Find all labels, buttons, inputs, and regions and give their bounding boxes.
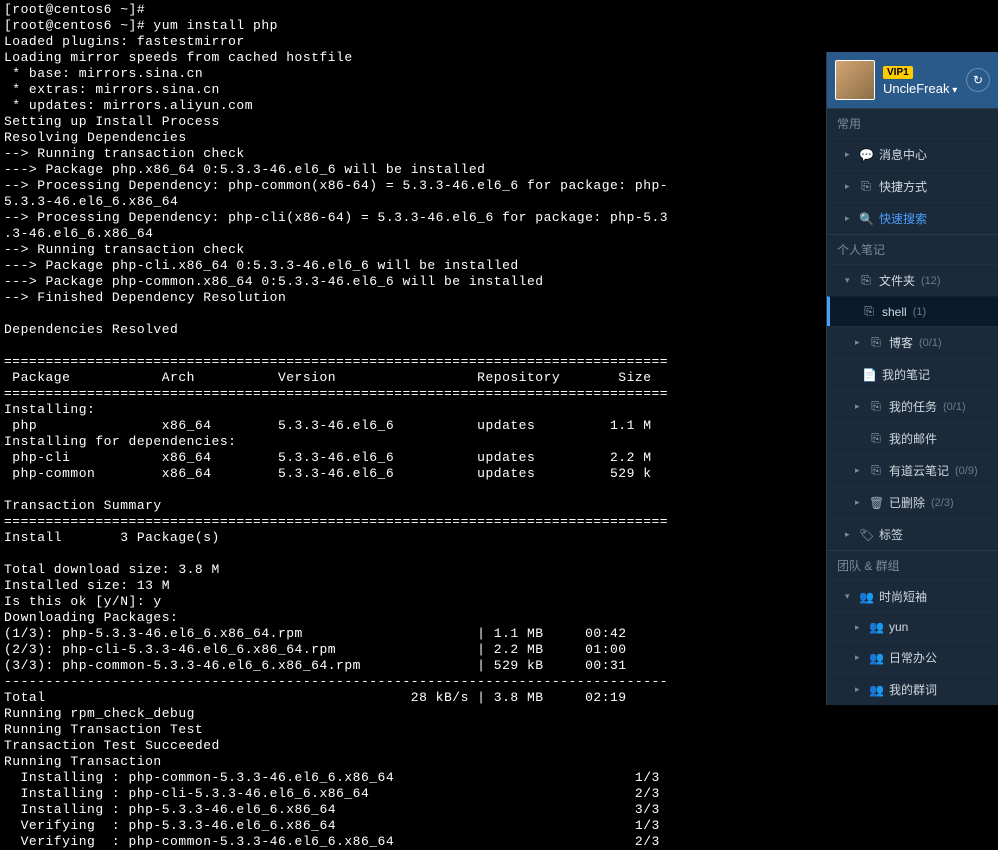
shortcut-icon: ⎘ <box>859 179 873 194</box>
chevron-right-icon: ▸ <box>845 213 853 224</box>
chevron-right-icon: ▸ <box>845 181 853 192</box>
nav-label: 博客 <box>889 334 913 351</box>
nav-label: 时尚短袖 <box>879 588 927 605</box>
folder-icon: ⎘ <box>862 304 876 319</box>
nav-label: 快速搜索 <box>879 210 927 227</box>
chevron-right-icon: ▸ <box>855 622 863 633</box>
nav-team-fashion[interactable]: ▾ 👥 时尚短袖 <box>827 580 998 612</box>
nav-label: yun <box>889 620 908 634</box>
chevron-right-icon: ▸ <box>845 529 853 540</box>
nav-my-tasks[interactable]: ▸ ⎘ 我的任务 (0/1) <box>827 390 998 422</box>
chevron-right-icon: ▸ <box>855 652 863 663</box>
count-badge: (1) <box>913 306 926 318</box>
nav-team-mygroups[interactable]: ▸ 👥 我的群词 <box>827 673 998 705</box>
nav-label: 快捷方式 <box>879 178 927 195</box>
nav-messages[interactable]: ▸ 💬 消息中心 <box>827 138 998 170</box>
section-notes: 个人笔记 <box>827 234 998 264</box>
nav-deleted[interactable]: ▸ 🗑 已删除 (2/3) <box>827 486 998 518</box>
nav-search[interactable]: ▸ 🔍 快速搜索 <box>827 202 998 234</box>
trash-icon: 🗑 <box>869 496 883 510</box>
nav-label: 消息中心 <box>879 146 927 163</box>
folder-icon: ⎘ <box>869 463 883 478</box>
group-icon: 👥 <box>869 683 883 697</box>
avatar[interactable] <box>835 60 875 100</box>
nav-tags[interactable]: ▸ 🏷 标签 <box>827 518 998 550</box>
vip-badge: VIP1 <box>883 66 913 79</box>
folder-icon: ⎘ <box>869 431 883 446</box>
nav-label: 日常办公 <box>889 649 937 666</box>
nav-folder-shell[interactable]: ⎘ shell (1) <box>827 296 998 326</box>
nav-label: 我的笔记 <box>882 366 930 383</box>
refresh-icon[interactable]: ↻ <box>966 68 990 92</box>
count-badge: (0/9) <box>955 465 978 477</box>
user-panel: VIP1 UncleFreak ↻ <box>827 52 998 108</box>
nav-label: 已删除 <box>889 494 925 511</box>
section-common: 常用 <box>827 108 998 138</box>
nav-label: 有道云笔记 <box>889 462 949 479</box>
document-icon: 📄 <box>862 368 876 382</box>
search-icon: 🔍 <box>859 212 873 226</box>
nav-folders[interactable]: ▾ ⎘ 文件夹 (12) <box>827 264 998 296</box>
nav-label: 我的任务 <box>889 398 937 415</box>
group-icon: 👥 <box>859 590 873 604</box>
chevron-right-icon: ▸ <box>855 401 863 412</box>
nav-label: 我的邮件 <box>889 430 937 447</box>
group-icon: 👥 <box>869 651 883 665</box>
chevron-right-icon: ▸ <box>855 684 863 695</box>
nav-label: shell <box>882 305 907 319</box>
nav-youdao[interactable]: ▸ ⎘ 有道云笔记 (0/9) <box>827 454 998 486</box>
chevron-down-icon: ▾ <box>845 591 853 602</box>
count-badge: (0/1) <box>943 401 966 413</box>
count-badge: (0/1) <box>919 337 942 349</box>
chevron-right-icon: ▸ <box>855 337 863 348</box>
user-info: VIP1 UncleFreak <box>883 64 958 96</box>
group-icon: 👥 <box>869 620 883 634</box>
nav-shortcuts[interactable]: ▸ ⎘ 快捷方式 <box>827 170 998 202</box>
sidebar: VIP1 UncleFreak ↻ 常用 ▸ 💬 消息中心 ▸ ⎘ 快捷方式 ▸… <box>826 52 998 705</box>
nav-team-office[interactable]: ▸ 👥 日常办公 <box>827 641 998 673</box>
folder-icon: ⎘ <box>859 273 873 288</box>
nav-label: 标签 <box>879 526 903 543</box>
count-badge: (12) <box>921 275 941 287</box>
chevron-right-icon: ▸ <box>855 465 863 476</box>
nav-my-notes[interactable]: 📄 我的笔记 <box>827 358 998 390</box>
section-teams: 团队 & 群组 <box>827 550 998 580</box>
chevron-down-icon: ▾ <box>845 275 853 286</box>
tag-icon: 🏷 <box>859 528 873 542</box>
nav-my-mail[interactable]: ⎘ 我的邮件 <box>827 422 998 454</box>
nav-label: 文件夹 <box>879 272 915 289</box>
nav-folder-blog[interactable]: ▸ ⎘ 博客 (0/1) <box>827 326 998 358</box>
chevron-right-icon: ▸ <box>845 149 853 160</box>
nav-label: 我的群词 <box>889 681 937 698</box>
nav-team-yun[interactable]: ▸ 👥 yun <box>827 612 998 641</box>
folder-icon: ⎘ <box>869 399 883 414</box>
count-badge: (2/3) <box>931 497 954 509</box>
message-icon: 💬 <box>859 148 873 162</box>
folder-icon: ⎘ <box>869 335 883 350</box>
chevron-right-icon: ▸ <box>855 497 863 508</box>
username-dropdown[interactable]: UncleFreak <box>883 81 958 96</box>
